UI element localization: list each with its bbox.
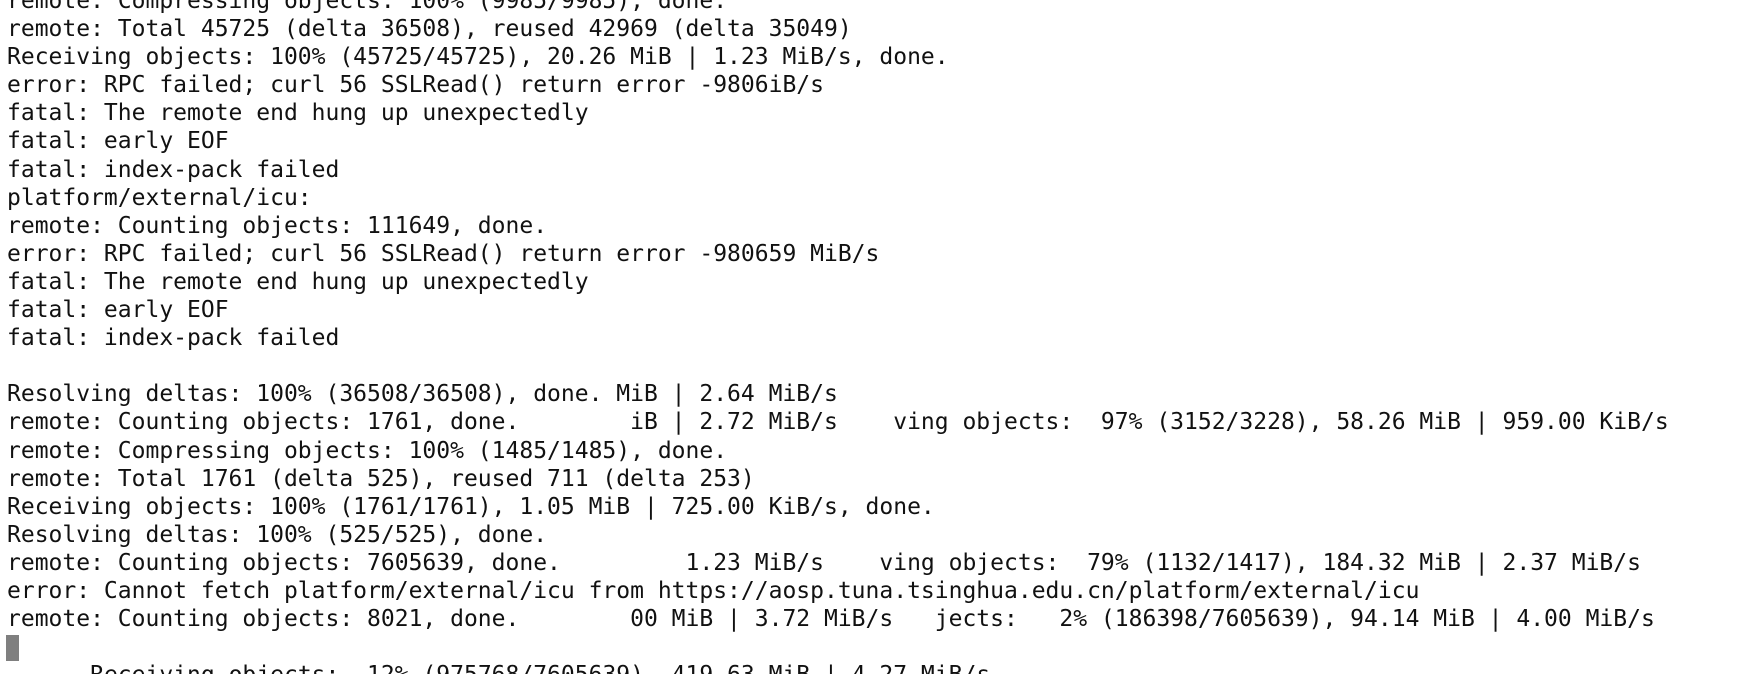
terminal-window[interactable]: remote: Compressing objects: 100% (9985/… bbox=[0, 0, 1748, 674]
terminal-line: error: Cannot fetch platform/external/ic… bbox=[7, 577, 1420, 604]
terminal-line: remote: Total 45725 (delta 36508), reuse… bbox=[7, 16, 852, 43]
terminal-line: error: RPC failed; curl 56 SSLRead() ret… bbox=[7, 72, 824, 99]
terminal-line: fatal: index-pack failed bbox=[7, 325, 340, 352]
terminal-line: Receiving objects: 100% (45725/45725), 2… bbox=[7, 44, 949, 71]
terminal-current-line: Receiving objects: 12% (975768/7605639),… bbox=[6, 633, 1669, 674]
terminal-line: Resolving deltas: 100% (525/525), done. bbox=[7, 521, 548, 548]
terminal-cursor bbox=[6, 635, 19, 662]
terminal-line: remote: Counting objects: 7605639, done.… bbox=[7, 549, 1641, 576]
terminal-line: Receiving objects: 100% (1761/1761), 1.0… bbox=[7, 493, 935, 520]
terminal-line: fatal: early EOF bbox=[7, 128, 229, 155]
terminal-line: remote: Compressing objects: 100% (1485/… bbox=[7, 437, 728, 464]
terminal-line: remote: Counting objects: 111649, done. bbox=[7, 212, 548, 239]
current-line-text: eceiving objects: 12% (975768/7605639), … bbox=[104, 662, 990, 674]
terminal-line: remote: Counting objects: 8021, done. 00… bbox=[7, 606, 1655, 633]
terminal-line: fatal: The remote end hung up unexpected… bbox=[7, 268, 589, 295]
terminal-line: platform/external/icu: bbox=[7, 184, 312, 211]
terminal-line: remote: Counting objects: 1761, done. iB… bbox=[7, 409, 1669, 436]
terminal-line: fatal: early EOF bbox=[7, 297, 229, 324]
cursor-character: R bbox=[90, 662, 104, 674]
terminal-line: Resolving deltas: 100% (36508/36508), do… bbox=[7, 381, 838, 408]
terminal-line: fatal: index-pack failed bbox=[7, 156, 340, 183]
terminal-line: remote: Total 1761 (delta 525), reused 7… bbox=[7, 465, 755, 492]
terminal-line: remote: Compressing objects: 100% (9985/… bbox=[7, 0, 728, 14]
terminal-line: error: RPC failed; curl 56 SSLRead() ret… bbox=[7, 240, 880, 267]
terminal-line: fatal: The remote end hung up unexpected… bbox=[7, 100, 589, 127]
terminal-output: remote: Compressing objects: 100% (9985/… bbox=[6, 0, 1669, 674]
